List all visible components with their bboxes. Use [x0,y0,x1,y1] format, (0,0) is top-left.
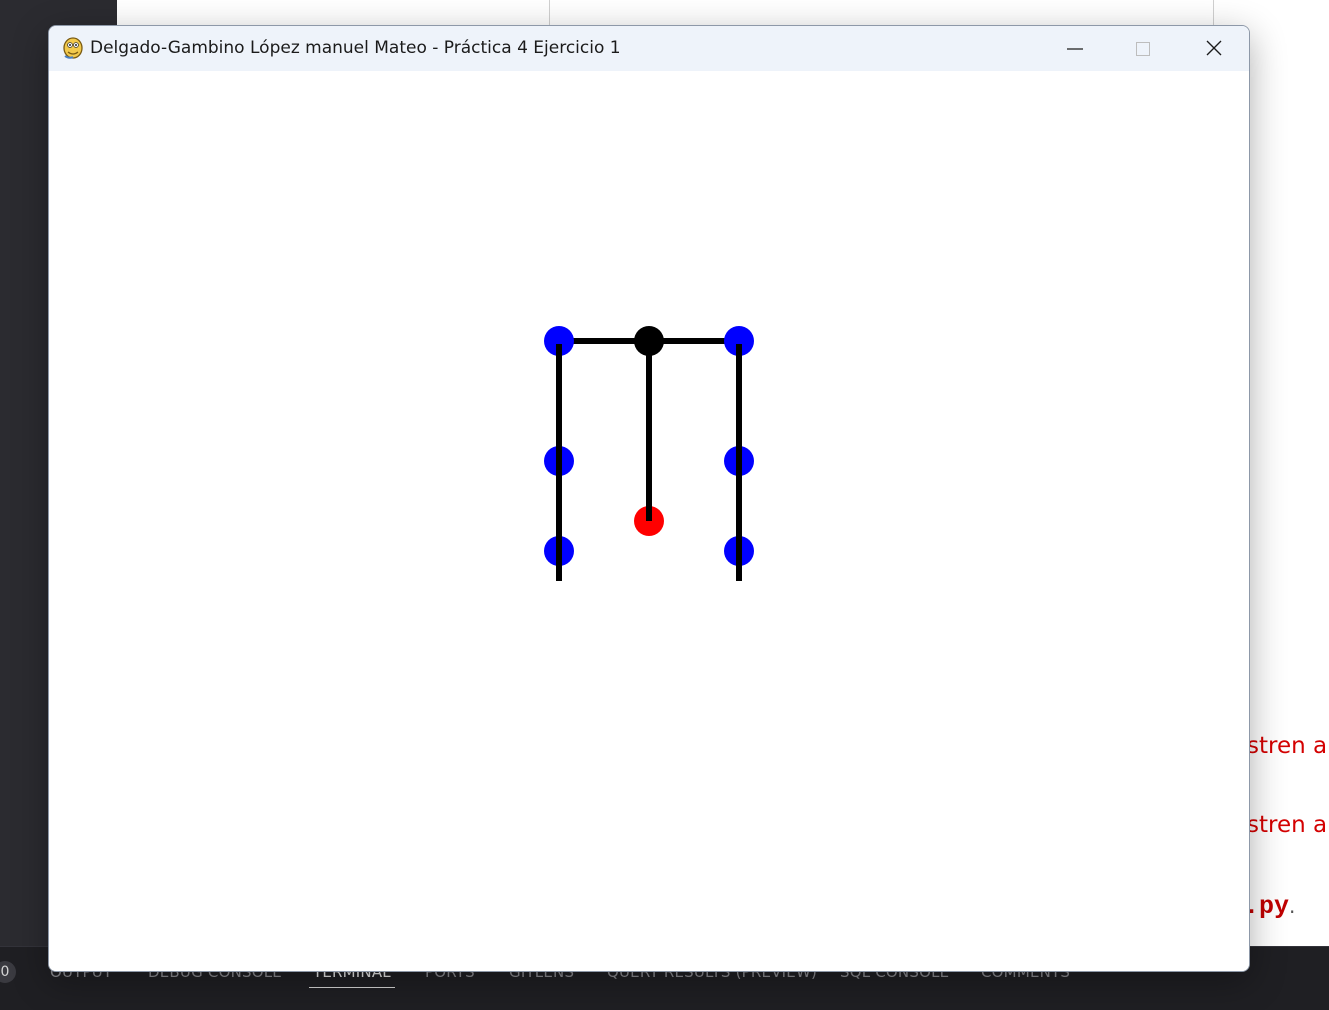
editor-text-line: stren ar [1247,733,1329,759]
problems-badge[interactable]: 0 [0,961,16,983]
minimize-icon [1067,48,1083,50]
minimize-button[interactable] [1039,26,1109,71]
pendulum-drawing [544,326,754,581]
editor-column-divider [1213,0,1214,26]
pygame-canvas[interactable] [49,71,1249,971]
close-icon [1206,40,1222,56]
editor-code-text: .py. [1244,892,1295,921]
editor-text-line: stren ar [1247,812,1329,838]
code-filename: .py [1244,892,1290,921]
pygame-window: Delgado-Gambino López manuel Mateo - Prá… [48,25,1250,972]
title-bar[interactable]: Delgado-Gambino López manuel Mateo - Prá… [49,26,1249,71]
maximize-icon [1136,42,1150,56]
editor-column-divider [549,0,550,26]
window-title: Delgado-Gambino López manuel Mateo - Prá… [90,38,621,58]
maximize-button[interactable] [1109,26,1179,71]
close-button[interactable] [1179,26,1249,71]
pygame-snake-icon [63,37,83,59]
code-suffix: . [1289,894,1296,918]
